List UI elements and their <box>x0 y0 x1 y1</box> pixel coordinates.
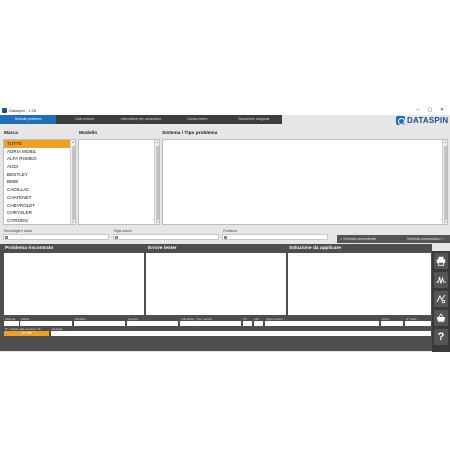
marca-scrollbar[interactable]: ▲ ▼ <box>70 140 75 224</box>
scroll-up-icon[interactable]: ▲ <box>71 140 75 144</box>
modello-list[interactable]: ▲ ▼ <box>78 139 160 225</box>
cilindrata-field <box>180 321 241 326</box>
logo-mark-icon <box>396 115 405 125</box>
kw-field <box>254 321 263 326</box>
scroll-thumb[interactable] <box>155 146 159 220</box>
dettagli-field <box>51 331 431 336</box>
dataspin-logo: DATASPIN <box>396 115 448 125</box>
list-item[interactable]: TUTTE <box>4 140 75 148</box>
basket-button[interactable] <box>434 310 448 326</box>
list-item[interactable]: CHRYSLER <box>4 209 75 217</box>
sistema-header: Sistema / Tipo problema <box>162 131 218 136</box>
tab-schede-problemi[interactable]: Schede problemi <box>0 115 57 124</box>
scroll-down-icon[interactable]: ▼ <box>71 220 75 224</box>
logo-text: DATASPIN <box>407 115 449 125</box>
search-icon <box>5 236 8 239</box>
sigla-label: Sigla motore <box>114 229 132 233</box>
scroll-thumb[interactable] <box>443 146 447 220</box>
search-icon <box>224 236 227 239</box>
gruppo-field <box>127 321 178 326</box>
help-button[interactable]: ? <box>434 329 448 345</box>
marca-list[interactable]: TUTTE ADRIA MOBIL ALFA ROMEO AUDI BENTLE… <box>3 139 76 225</box>
anno-field <box>381 321 403 326</box>
problema-panel-header: Problema riscontrato <box>5 246 54 251</box>
tab-situazione-diagnosi[interactable]: Situazione diagnosi <box>226 115 282 124</box>
oscilloscope-button[interactable] <box>434 272 448 288</box>
tune-icon <box>436 294 446 304</box>
list-item[interactable]: ADRIA MOBIL <box>4 148 75 156</box>
main-menu: Schede problemi Dati revisori Alternativ… <box>0 115 282 124</box>
search-icon <box>115 236 118 239</box>
scroll-up-icon[interactable]: ▲ <box>155 140 159 144</box>
scroll-down-icon[interactable]: ▼ <box>155 220 159 224</box>
printer-icon <box>436 256 446 266</box>
codice-search-input[interactable] <box>3 234 109 240</box>
errore-panel[interactable] <box>146 253 286 315</box>
scroll-thumb[interactable] <box>71 146 75 220</box>
cv-field <box>243 321 252 326</box>
soluzione-panel-header: Soluzione da applicare <box>289 246 341 251</box>
prev-scheda-button[interactable]: < Scheda precedente <box>340 235 376 243</box>
marca-header: Marca <box>4 131 18 136</box>
problema-label: Problema <box>223 229 237 233</box>
errore-panel-header: Errore tester <box>148 246 177 251</box>
scroll-down-icon[interactable]: ▼ <box>443 220 447 224</box>
scheda-field <box>4 321 19 326</box>
problema-search-input[interactable] <box>222 234 328 240</box>
next-scheda-button[interactable]: Scheda successiva > <box>407 235 443 243</box>
tune-button[interactable] <box>434 291 448 307</box>
list-item[interactable]: AUDI <box>4 163 75 171</box>
tab-dati-revisori[interactable]: Dati revisori <box>56 115 112 124</box>
scroll-up-icon[interactable]: ▲ <box>443 140 447 144</box>
modello-scrollbar[interactable]: ▲ ▼ <box>154 140 159 224</box>
tab-alternative[interactable]: Alternative per consultare <box>113 115 169 124</box>
list-item[interactable]: BENTLEY <box>4 171 75 179</box>
sistema-scrollbar[interactable]: ▲ ▼ <box>442 140 447 224</box>
minimize-button[interactable]: – <box>414 107 422 114</box>
list-item[interactable]: CADILLAC <box>4 186 75 194</box>
sigla-motore-field <box>265 321 379 326</box>
close-button[interactable]: ✕ <box>438 107 446 114</box>
codice-label: Errore/sigle e codici <box>4 229 32 233</box>
basket-icon <box>436 313 446 322</box>
print-button[interactable] <box>434 253 448 269</box>
soluzione-panel[interactable] <box>288 253 431 315</box>
wave-icon <box>436 276 446 284</box>
help-icon: ? <box>437 331 445 343</box>
sistema-list[interactable]: ▲ ▼ <box>162 139 448 225</box>
title-bar: Dataspin - 1.25 – ▢ ✕ <box>0 106 450 115</box>
marca-field <box>20 321 72 326</box>
list-item[interactable]: CHATENET <box>4 194 75 202</box>
window-title: Dataspin - 1.25 <box>9 108 37 113</box>
app-icon <box>2 108 7 113</box>
tab-guida-errore[interactable]: Guida errore <box>169 115 225 124</box>
modello-header: Modello <box>79 131 98 136</box>
list-item[interactable]: ALFA ROMEO <box>4 155 75 163</box>
sede-field <box>405 321 431 326</box>
scheda-nav: < Scheda precedente Scheda successiva > <box>337 235 450 243</box>
app-window: Dataspin - 1.25 – ▢ ✕ Schede problemi Da… <box>0 106 450 352</box>
problema-panel[interactable] <box>4 253 144 315</box>
numero-schede-value: 12.094 <box>4 331 49 336</box>
list-item[interactable]: CHEVROLET <box>4 202 75 210</box>
side-toolbar: ? <box>432 251 450 352</box>
maximize-button[interactable]: ▢ <box>426 107 434 114</box>
list-item[interactable]: CITROEN <box>4 217 75 225</box>
list-item[interactable]: BMW <box>4 178 75 186</box>
sigla-search-input[interactable] <box>113 234 219 240</box>
modello-field <box>74 321 125 326</box>
